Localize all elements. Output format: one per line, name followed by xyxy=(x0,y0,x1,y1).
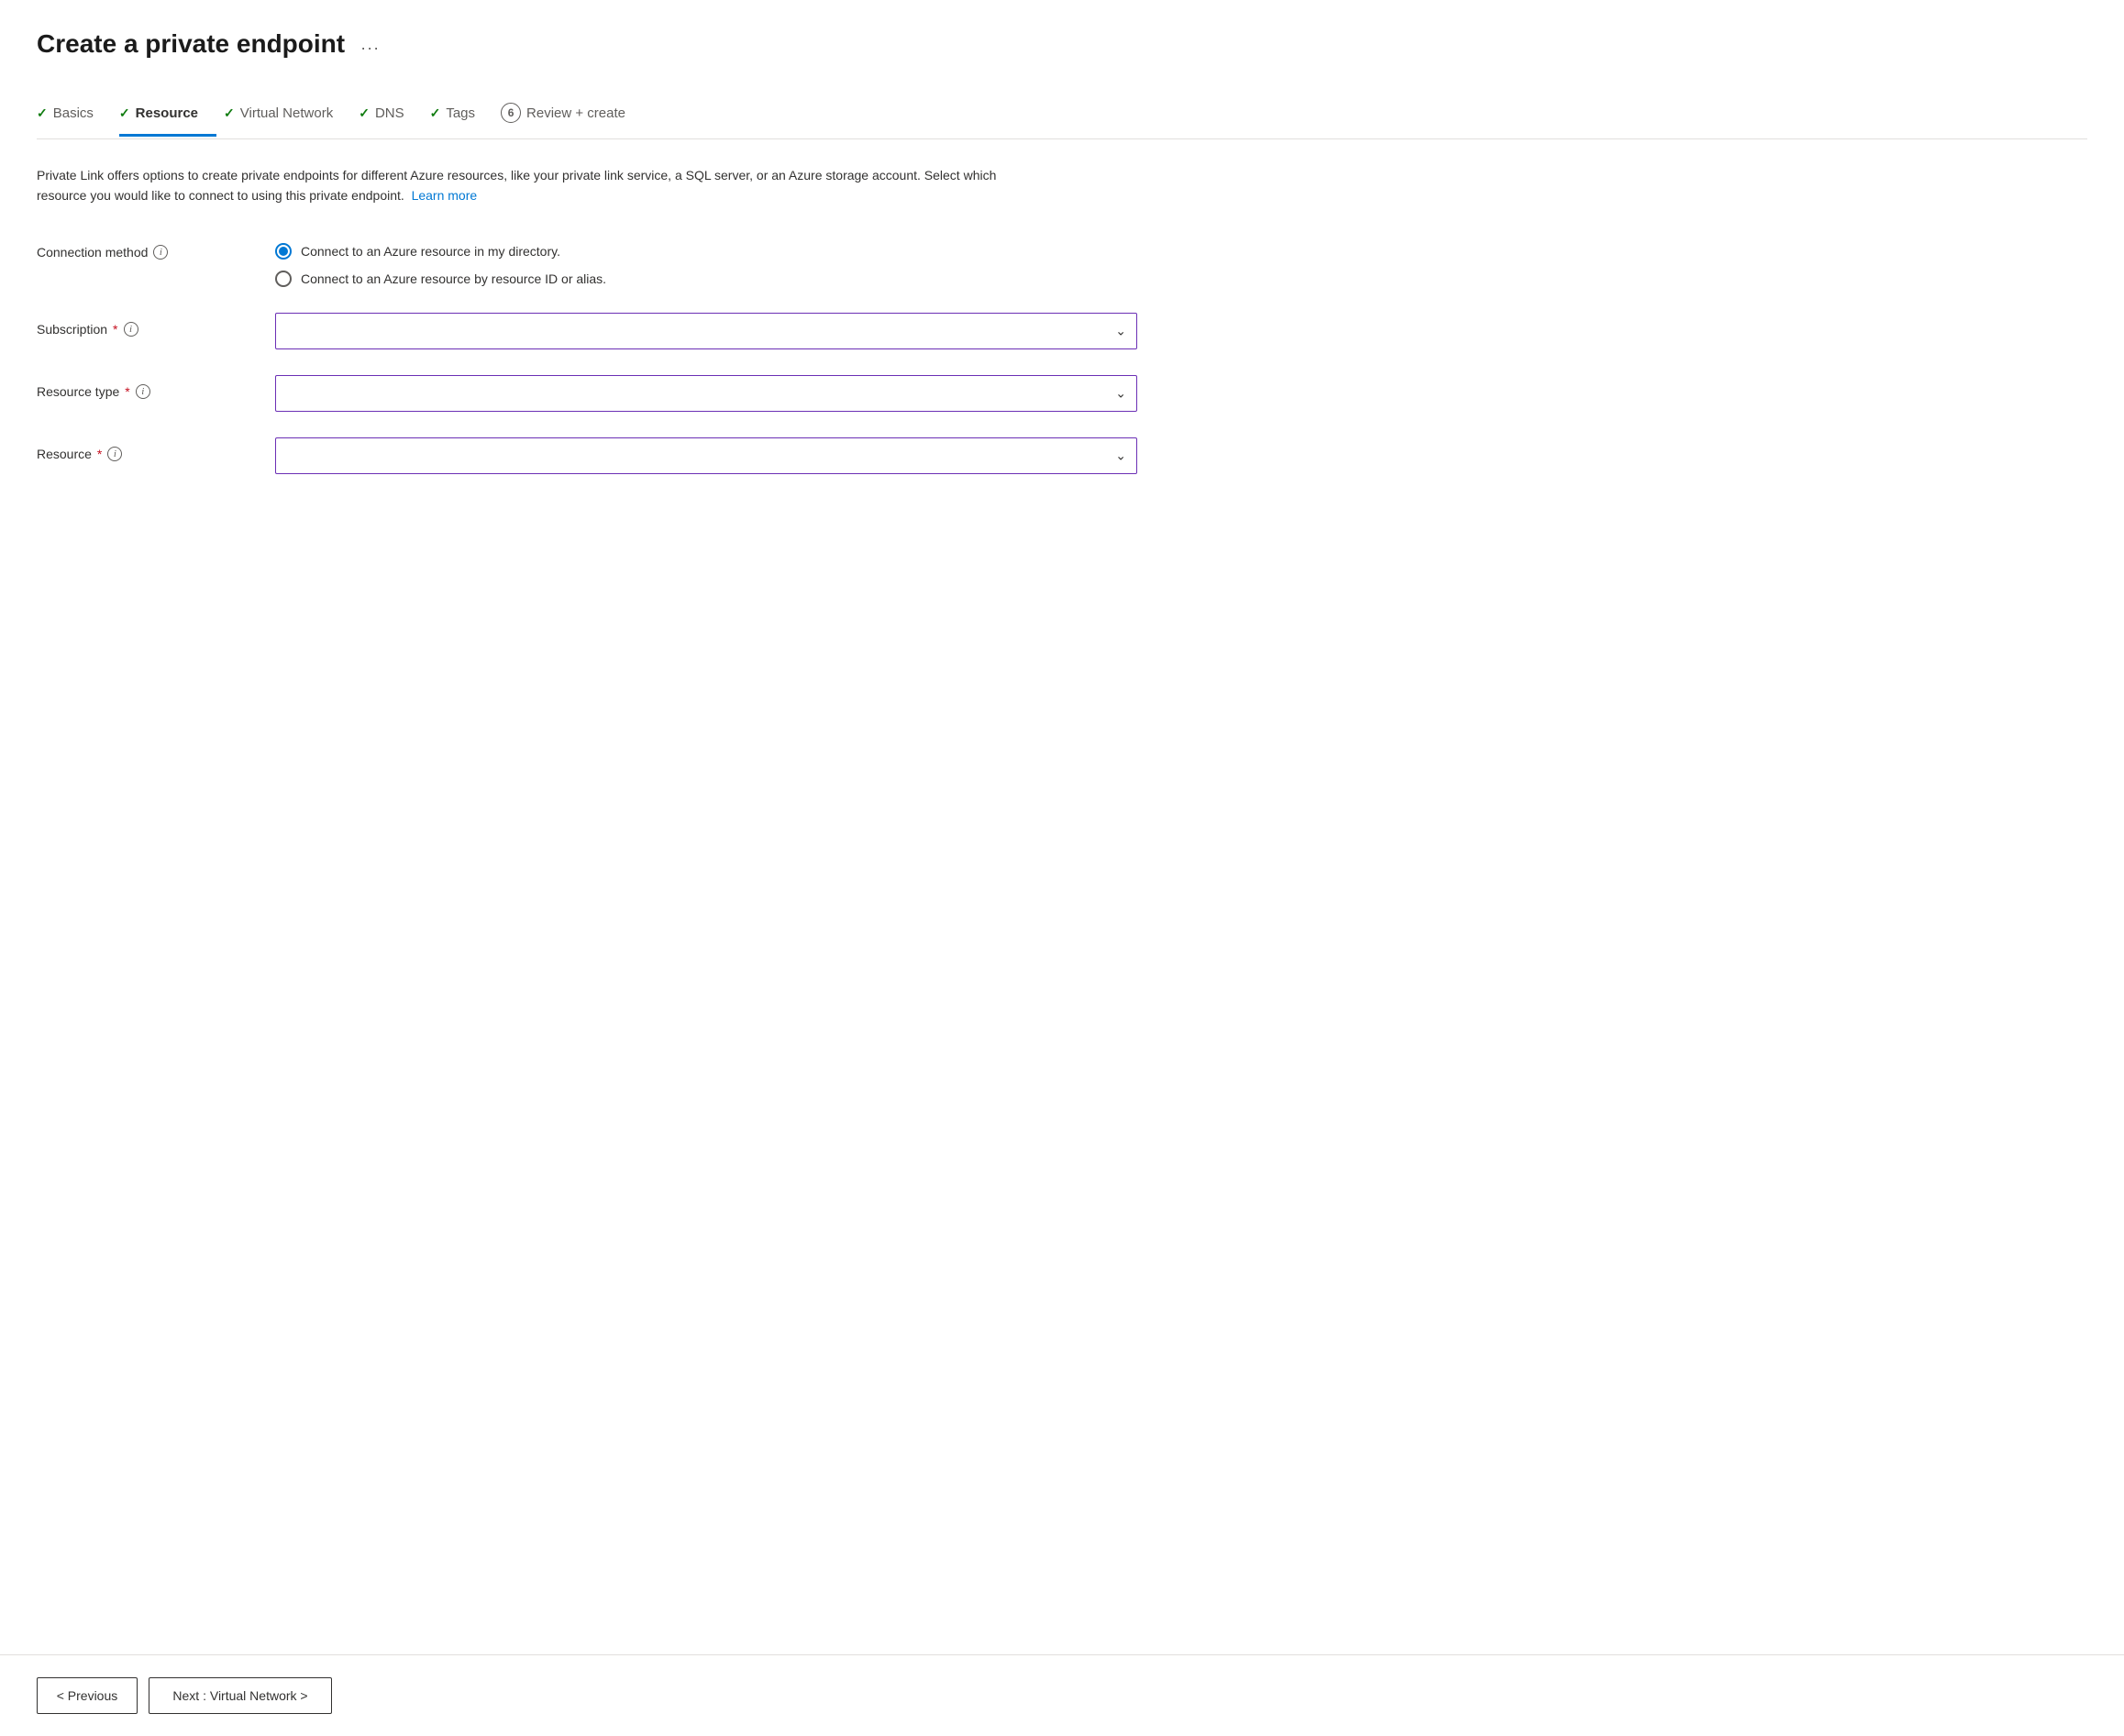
connection-method-radio-group: Connect to an Azure resource in my direc… xyxy=(275,236,1137,287)
resource-type-info-icon[interactable]: i xyxy=(136,384,150,399)
tab-virtual-network-label: Virtual Network xyxy=(240,105,333,121)
resource-type-dropdown-wrapper: ⌄ xyxy=(275,375,1137,412)
step-number-review: 6 xyxy=(501,103,521,123)
tab-virtual-network[interactable]: ✓ Virtual Network xyxy=(224,94,351,137)
resource-dropdown-wrapper: ⌄ xyxy=(275,437,1137,474)
radio-directory[interactable] xyxy=(275,243,292,260)
resource-type-required: * xyxy=(125,384,129,399)
subscription-info-icon[interactable]: i xyxy=(124,322,138,337)
resource-select[interactable] xyxy=(275,437,1137,474)
check-icon-basics: ✓ xyxy=(37,105,48,121)
form-section: Connection method i Connect to an Azure … xyxy=(37,236,1137,474)
radio-option-directory[interactable]: Connect to an Azure resource in my direc… xyxy=(275,243,1137,260)
previous-button[interactable]: < Previous xyxy=(37,1677,138,1714)
resource-type-row: Resource type * i ⌄ xyxy=(37,375,1137,412)
resource-label: Resource xyxy=(37,447,92,461)
radio-resource-id-label: Connect to an Azure resource by resource… xyxy=(301,271,606,286)
tab-review-create[interactable]: 6 Review + create xyxy=(501,92,644,138)
radio-resource-id[interactable] xyxy=(275,271,292,287)
ellipsis-button[interactable]: ... xyxy=(356,29,385,59)
connection-method-row: Connection method i Connect to an Azure … xyxy=(37,236,1137,287)
page-title: Create a private endpoint xyxy=(37,29,345,59)
resource-required: * xyxy=(97,447,102,461)
learn-more-link[interactable]: Learn more xyxy=(412,188,478,203)
footer: < Previous Next : Virtual Network > xyxy=(0,1654,2124,1736)
check-icon-resource: ✓ xyxy=(119,105,130,121)
tab-tags[interactable]: ✓ Tags xyxy=(430,94,493,137)
tab-tags-label: Tags xyxy=(446,105,475,121)
tab-basics-label: Basics xyxy=(53,105,94,121)
tab-dns-label: DNS xyxy=(375,105,404,121)
tab-review-create-label: Review + create xyxy=(526,105,625,121)
tab-dns[interactable]: ✓ DNS xyxy=(359,94,422,137)
subscription-select[interactable] xyxy=(275,313,1137,349)
description-text: Private Link offers options to create pr… xyxy=(37,165,1045,206)
resource-type-select[interactable] xyxy=(275,375,1137,412)
check-icon-tags: ✓ xyxy=(430,105,441,121)
check-icon-virtual-network: ✓ xyxy=(224,105,235,121)
subscription-row: Subscription * i ⌄ xyxy=(37,313,1137,349)
wizard-tabs: ✓ Basics ✓ Resource ✓ Virtual Network ✓ … xyxy=(37,92,2087,139)
tab-resource[interactable]: ✓ Resource xyxy=(119,94,216,137)
check-icon-dns: ✓ xyxy=(359,105,370,121)
subscription-required: * xyxy=(113,322,117,337)
connection-method-label: Connection method xyxy=(37,245,148,260)
tab-basics[interactable]: ✓ Basics xyxy=(37,94,112,137)
next-button[interactable]: Next : Virtual Network > xyxy=(149,1677,332,1714)
resource-info-icon[interactable]: i xyxy=(107,447,122,461)
resource-row: Resource * i ⌄ xyxy=(37,437,1137,474)
radio-option-resource-id[interactable]: Connect to an Azure resource by resource… xyxy=(275,271,1137,287)
connection-method-info-icon[interactable]: i xyxy=(153,245,168,260)
resource-type-label: Resource type xyxy=(37,384,119,399)
subscription-label: Subscription xyxy=(37,322,107,337)
tab-resource-label: Resource xyxy=(136,105,198,121)
radio-directory-label: Connect to an Azure resource in my direc… xyxy=(301,244,560,259)
subscription-dropdown-wrapper: ⌄ xyxy=(275,313,1137,349)
